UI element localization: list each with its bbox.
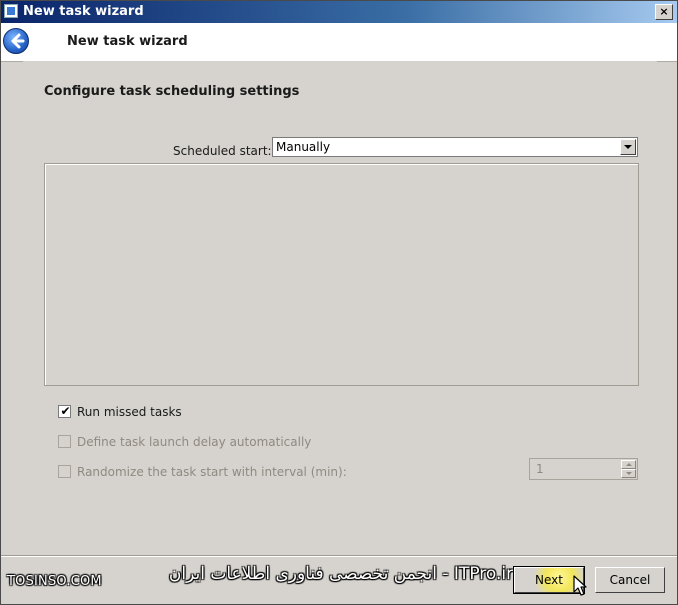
wizard-window: New task wizard × New task wizard Config… [0, 0, 678, 605]
wizard-header: New task wizard [1, 23, 677, 62]
wizard-content: Configure task scheduling settings Sched… [23, 61, 657, 555]
wizard-header-title: New task wizard [67, 34, 188, 49]
randomize-start-checkbox [58, 465, 71, 478]
interval-value: 1 [536, 462, 544, 476]
window-title: New task wizard [23, 4, 144, 19]
title-bar: New task wizard × [1, 1, 677, 23]
back-arrow-icon-glyph [11, 33, 25, 49]
randomize-start-label: Randomize the task start with interval (… [77, 465, 347, 479]
mouse-cursor-icon [573, 575, 587, 596]
window-app-icon [4, 4, 18, 18]
scheduled-start-select[interactable]: Manually [272, 137, 638, 157]
close-button[interactable]: × [655, 4, 673, 20]
interval-spinbox: 1 [529, 458, 638, 480]
watermark-center: ITPro.ir - انجمن تخصصی فناوری اطلاعات ای… [168, 564, 514, 584]
scheduled-start-value: Manually [276, 140, 331, 154]
launch-delay-label: Define task launch delay automatically [77, 435, 312, 449]
scheduled-start-label: Scheduled start: [173, 144, 272, 158]
back-arrow-icon[interactable] [3, 28, 29, 54]
checkmark-icon: ✔ [60, 404, 71, 418]
watermark-left: TOSINSO.COM [7, 574, 102, 589]
spin-buttons [621, 460, 636, 478]
chevron-down-icon[interactable] [620, 139, 636, 155]
spin-up-icon [621, 460, 636, 469]
run-missed-tasks-label: Run missed tasks [77, 405, 182, 419]
run-missed-tasks-checkbox[interactable]: ✔ [58, 404, 71, 418]
launch-delay-checkbox [58, 435, 71, 448]
section-title: Configure task scheduling settings [44, 84, 300, 99]
schedule-settings-panel [44, 163, 639, 386]
cancel-button[interactable]: Cancel [595, 567, 665, 593]
footer-divider [1, 555, 677, 557]
spin-down-icon [621, 469, 636, 478]
